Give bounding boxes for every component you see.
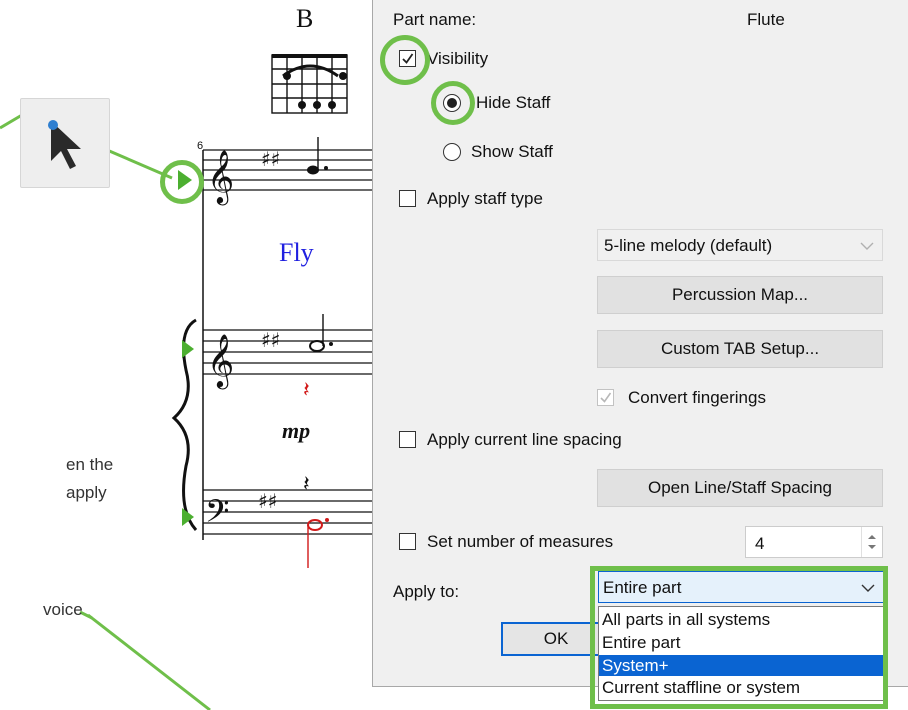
apply-staff-type-checkbox[interactable] xyxy=(399,190,416,207)
dynamic-marking: mp xyxy=(282,418,311,443)
lyric-text: Fly xyxy=(279,238,314,267)
staff-type-select[interactable]: 5-line melody (default) xyxy=(597,229,883,261)
svg-text:𝄽: 𝄽 xyxy=(303,472,310,497)
measures-value: 4 xyxy=(755,534,765,553)
apply-to-highlight xyxy=(590,566,888,709)
measure-number: 6 xyxy=(197,140,204,152)
staff-arrow-highlight xyxy=(160,160,204,204)
show-staff-radio[interactable] xyxy=(443,143,461,161)
apply-line-spacing-checkbox[interactable] xyxy=(399,431,416,448)
hide-staff-label: Hide Staff xyxy=(476,93,551,112)
svg-text:𝄞: 𝄞 xyxy=(207,333,234,389)
open-spacing-button[interactable]: Open Line/Staff Spacing xyxy=(597,469,883,507)
svg-text:♯♯: ♯♯ xyxy=(261,328,280,352)
percussion-map-button[interactable]: Percussion Map... xyxy=(597,276,883,314)
apply-to-label: Apply to: xyxy=(393,582,460,601)
part-name-value: Flute xyxy=(747,10,785,29)
score-canvas[interactable]: 𝄞 𝄞 𝄢 ♯♯ ♯♯ ♯♯ 𝄽 𝄽 B 6 Fly mp en the app… xyxy=(0,0,372,710)
checkmark-icon xyxy=(600,392,612,403)
convert-fingerings-label: Convert fingerings xyxy=(628,388,766,407)
staff-type-value: 5-line melody (default) xyxy=(604,236,773,255)
apply-line-spacing-label: Apply current line spacing xyxy=(427,430,622,449)
hide-staff-highlight xyxy=(431,81,475,125)
side-text-3: voice xyxy=(43,600,83,619)
svg-text:♯♯: ♯♯ xyxy=(258,489,277,513)
cursor-tool-tile xyxy=(20,98,110,188)
apply-staff-type-label: Apply staff type xyxy=(427,189,543,208)
custom-tab-setup-button[interactable]: Custom TAB Setup... xyxy=(597,330,883,368)
visibility-highlight xyxy=(380,35,430,85)
svg-text:♯♯: ♯♯ xyxy=(261,147,280,171)
show-staff-label: Show Staff xyxy=(471,142,553,161)
convert-fingerings-checkbox[interactable] xyxy=(597,389,614,406)
spinner-arrows[interactable] xyxy=(861,527,882,557)
svg-text:𝄽: 𝄽 xyxy=(303,378,310,403)
measures-spinner[interactable]: 4 xyxy=(745,526,883,558)
pointer-arrow-icon xyxy=(48,120,81,169)
side-text-2: apply xyxy=(66,483,107,502)
chord-symbol: B xyxy=(296,4,314,33)
ok-label: OK xyxy=(543,629,569,648)
up-down-arrows-icon xyxy=(868,535,876,549)
part-name-label: Part name: xyxy=(393,10,477,29)
side-text-1: en the xyxy=(66,455,114,474)
set-measures-label: Set number of measures xyxy=(427,532,614,551)
svg-text:𝄞: 𝄞 xyxy=(207,149,234,205)
visibility-label: Visibility xyxy=(427,49,489,68)
svg-text:𝄢: 𝄢 xyxy=(205,493,229,537)
set-measures-checkbox[interactable] xyxy=(399,533,416,550)
chevron-down-icon xyxy=(860,242,874,250)
